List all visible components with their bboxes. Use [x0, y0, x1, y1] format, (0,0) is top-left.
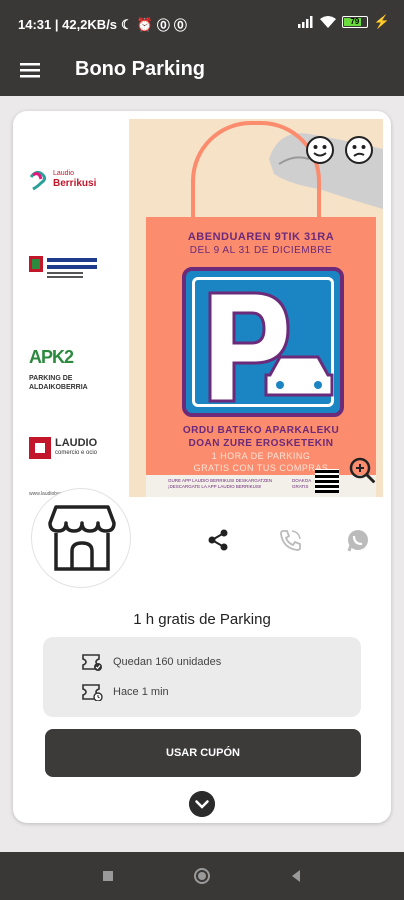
coupon-info-box: Quedan 160 unidades Hace 1 min [43, 637, 361, 717]
logo-apk2: APK2 PARKING DE ALDAIKOBERRIA [29, 347, 88, 391]
notification-icon-2: ⓪ [173, 18, 187, 33]
logo-eusko-jaurlaritza [29, 254, 109, 287]
store-avatar [31, 488, 131, 588]
app-bar: Bono Parking [0, 44, 404, 96]
time-ago-row: Hace 1 min [81, 683, 169, 701]
poster-line-5: 1 HORA DE PARKING [211, 451, 311, 461]
system-nav-bar [0, 852, 404, 900]
parking-poster: ABENDUAREN 9TIK 31RA DEL 9 AL 31 DE DICI… [129, 119, 383, 497]
zoom-in-icon[interactable] [347, 455, 379, 487]
phone-icon[interactable] [275, 525, 305, 555]
back-triangle-icon[interactable] [286, 866, 306, 886]
happy-face-icon[interactable] [305, 135, 335, 165]
whatsapp-icon[interactable] [343, 525, 373, 555]
status-left: 14:31 | 42,2KB/s ☾ ⏰ ⓪ ⓪ [18, 15, 187, 34]
remaining-units-text: Quedan 160 unidades [113, 656, 222, 668]
status-right: 79 ⚡ [297, 14, 390, 30]
content-area: Laudio Berrikusi APK2 PARKING DE ALDAIKO… [0, 96, 404, 852]
charging-icon: ⚡ [373, 14, 390, 29]
poster-footer: GURE APP LAUDIO BERRIKUSI DESKARGATZEN ¡… [146, 475, 376, 497]
sponsor-logos: Laudio Berrikusi APK2 PARKING DE ALDAIKO… [21, 119, 129, 497]
poster-line-3: ORDU BATEKO APARKALEKU [182, 425, 340, 436]
ticket-clock-icon [82, 684, 103, 701]
time-ago-text: Hace 1 min [113, 686, 169, 698]
moon-icon: ☾ [121, 16, 133, 32]
chevron-down-icon[interactable] [189, 791, 215, 817]
poster-line-1: ABENDUAREN 9TIK 31RA [187, 231, 335, 243]
use-coupon-button[interactable]: USAR CUPÓN [45, 729, 361, 777]
menu-icon[interactable] [18, 58, 42, 82]
coupon-card: Laudio Berrikusi APK2 PARKING DE ALDAIKO… [13, 111, 391, 823]
coupon-title: 1 h gratis de Parking [133, 611, 271, 628]
qr-code [315, 469, 339, 493]
signal-icon [297, 16, 313, 28]
alarm-icon: ⏰ [136, 16, 153, 32]
parking-sign [182, 267, 344, 417]
poster-line-2: DEL 9 AL 31 DE DICIEMBRE [189, 245, 333, 256]
status-time-speed: 14:31 | 42,2KB/s [18, 17, 118, 32]
parking-car-icon [208, 291, 334, 403]
logo-berrikusi: Laudio Berrikusi [29, 169, 109, 191]
remaining-units-row: Quedan 160 unidades [81, 653, 221, 671]
logo-laudio: LAUDIO comercio e ocio [29, 437, 109, 459]
ticket-check-icon [82, 654, 102, 671]
status-bar: 14:31 | 42,2KB/s ☾ ⏰ ⓪ ⓪ 79 ⚡ [0, 0, 404, 44]
store-icon [48, 505, 116, 571]
coupon-banner-image[interactable]: Laudio Berrikusi APK2 PARKING DE ALDAIKO… [21, 119, 383, 497]
share-icon[interactable] [203, 525, 233, 555]
home-circle-icon[interactable] [192, 866, 212, 886]
battery-icon: 79 [341, 16, 368, 28]
poster-line-6: GRATIS CON TUS COMPRAS [193, 463, 329, 473]
shopping-bag: ABENDUAREN 9TIK 31RA DEL 9 AL 31 DE DICI… [146, 121, 376, 497]
page-title: Bono Parking [75, 58, 206, 80]
notification-icon: ⓪ [156, 18, 170, 33]
wifi-icon [319, 15, 336, 28]
sad-face-icon[interactable] [344, 135, 374, 165]
poster-line-4: DOAN ZURE EROSKETEKIN [188, 438, 334, 449]
recents-square-icon[interactable] [98, 866, 118, 886]
